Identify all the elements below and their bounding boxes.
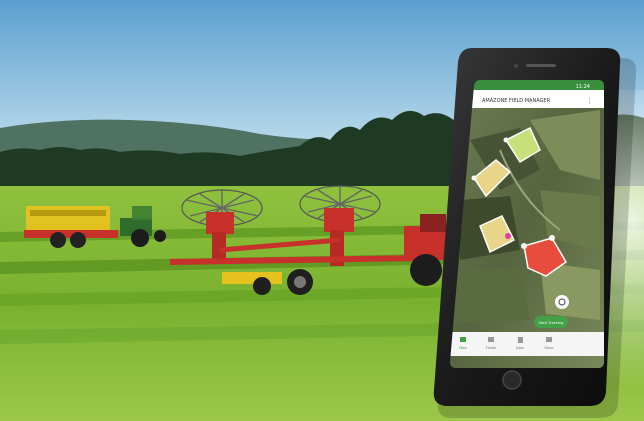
phone-speaker xyxy=(526,64,556,67)
photo-scene: 11:24 AMAZONE FIELD MANAGER ⋮ Start Trac… xyxy=(0,0,644,421)
location-pin-icon[interactable] xyxy=(505,233,511,239)
home-button[interactable] xyxy=(502,370,522,390)
bottom-nav xyxy=(450,332,604,356)
clipboard-icon xyxy=(518,337,523,343)
locate-button[interactable] xyxy=(555,295,569,309)
status-time: 11:24 xyxy=(576,84,590,90)
menu-icon xyxy=(546,337,552,342)
start-tracking-label: Start Tracking xyxy=(539,321,564,325)
nav-label: More xyxy=(545,346,555,350)
app-title: AMAZONE FIELD MANAGER xyxy=(482,98,551,104)
smartphone: 11:24 AMAZONE FIELD MANAGER ⋮ Start Trac… xyxy=(433,48,637,418)
overflow-menu-icon[interactable]: ⋮ xyxy=(586,97,593,105)
nav-label: Jobs xyxy=(515,346,524,350)
scene-svg: 11:24 AMAZONE FIELD MANAGER ⋮ Start Trac… xyxy=(0,0,644,421)
nav-label: Fields xyxy=(486,346,496,350)
phone-camera xyxy=(514,64,518,68)
map-icon xyxy=(460,337,466,342)
nav-label: Map xyxy=(459,346,467,350)
layers-icon xyxy=(488,337,494,342)
